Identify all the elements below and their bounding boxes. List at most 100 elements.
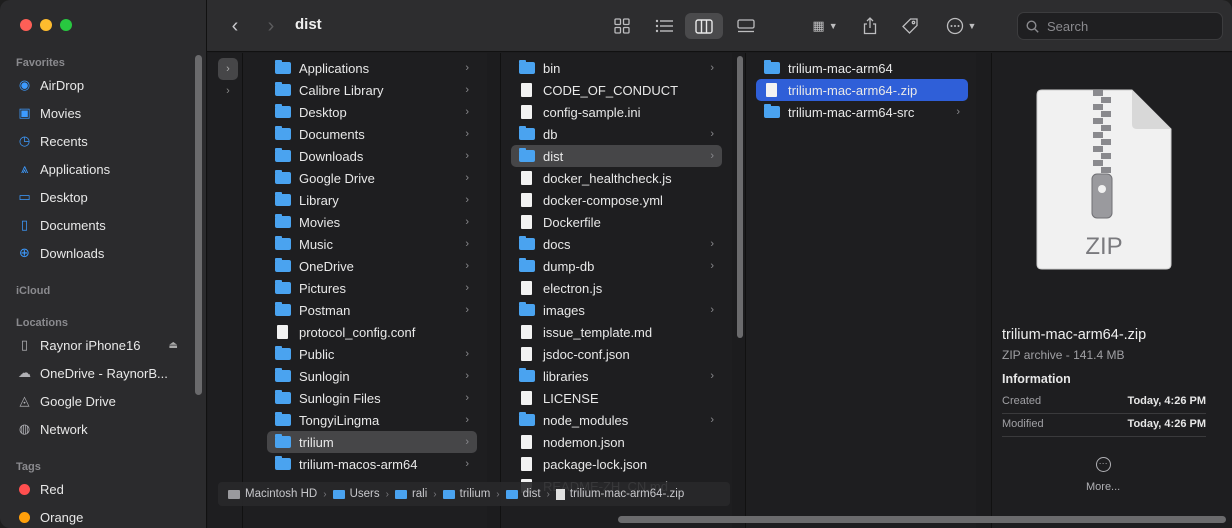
sidebar-tag-red[interactable]: Red (16, 478, 196, 500)
clock-icon: ◷ (18, 133, 31, 148)
sidebar-tag-orange[interactable]: Orange (16, 506, 196, 528)
forward-button[interactable]: › (261, 13, 281, 39)
folder-row[interactable]: Downloads › (267, 145, 477, 167)
more-button[interactable]: ··· More... (1086, 457, 1120, 493)
file-row[interactable]: electron.js (511, 277, 722, 299)
eject-icon[interactable]: ⏏ (169, 340, 178, 351)
folder-icon (275, 434, 291, 448)
folder-row[interactable]: Sunlogin Files › (267, 387, 477, 409)
file-row[interactable]: package-lock.json (511, 453, 722, 475)
folder-row[interactable]: db › (511, 123, 722, 145)
folder-row[interactable]: dump-db › (511, 255, 722, 277)
file-row[interactable]: docker-compose.yml (511, 189, 722, 211)
share-button[interactable] (859, 13, 881, 39)
item-label: docker_healthcheck.js (543, 170, 672, 186)
sidebar-item-recents[interactable]: ◷ Recents (16, 130, 196, 152)
tag-button[interactable] (899, 13, 921, 39)
folder-row[interactable]: dist › (511, 145, 722, 167)
folder-row[interactable]: Google Drive › (267, 167, 477, 189)
icon-view-button[interactable] (609, 13, 635, 39)
path-segment-dist[interactable]: dist (505, 488, 541, 500)
column-root-selected-row[interactable]: › (218, 58, 238, 80)
close-button[interactable] (20, 19, 32, 31)
file-row[interactable]: CODE_OF_CONDUCT (511, 79, 722, 101)
folder-row[interactable]: TongyiLingma › (267, 409, 477, 431)
sidebar-item-desktop[interactable]: ▭ Desktop (16, 186, 196, 208)
folder-row[interactable]: Music › (267, 233, 477, 255)
item-label: node_modules (543, 412, 629, 428)
sidebar-item-movies[interactable]: ▣ Movies (16, 102, 196, 124)
list-view-button[interactable] (651, 13, 677, 39)
path-segment-file[interactable]: trilium-mac-arm64-.zip (555, 488, 685, 500)
folder-row[interactable]: OneDrive › (267, 255, 477, 277)
sidebar-item-downloads[interactable]: ⊕ Downloads (16, 242, 196, 264)
path-segment-trilium[interactable]: trilium (442, 488, 490, 500)
file-row[interactable]: jsdoc-conf.json (511, 343, 722, 365)
sidebar-item-google-drive[interactable]: ◬ Google Drive (16, 390, 196, 412)
file-row[interactable]: issue_template.md (511, 321, 722, 343)
sidebar-scrollbar[interactable] (195, 55, 202, 395)
file-row[interactable]: protocol_config.conf (267, 321, 477, 343)
folder-row[interactable]: bin › (511, 57, 722, 79)
sidebar: Favorites ◉ AirDrop ▣ Movies ◷ Recents ⩓… (0, 0, 207, 528)
folder-row[interactable]: libraries › (511, 365, 722, 387)
sidebar-item-label: Network (40, 421, 88, 437)
hard-drive-icon (228, 489, 240, 499)
file-row[interactable]: LICENSE (511, 387, 722, 409)
folder-row[interactable]: Public › (267, 343, 477, 365)
zip-icon-label: ZIP (1085, 233, 1122, 260)
folder-icon (275, 192, 291, 206)
folder-row[interactable]: node_modules › (511, 409, 722, 431)
folder-row[interactable]: Postman › (267, 299, 477, 321)
file-row[interactable]: nodemon.json (511, 431, 722, 453)
file-row[interactable]: trilium-mac-arm64-.zip (756, 79, 968, 101)
file-row[interactable]: Dockerfile (511, 211, 722, 233)
path-segment-macintosh-hd[interactable]: Macintosh HD (228, 488, 317, 500)
folder-icon (275, 302, 291, 316)
folder-row[interactable]: trilium › (267, 431, 477, 453)
sidebar-item-documents[interactable]: ▯ Documents (16, 214, 196, 236)
file-row[interactable]: docker_healthcheck.js (511, 167, 722, 189)
folder-row[interactable]: Documents › (267, 123, 477, 145)
ellipsis-circle-icon: ··· (1095, 457, 1111, 472)
folder-row[interactable]: Movies › (267, 211, 477, 233)
file-row[interactable]: config-sample.ini (511, 101, 722, 123)
gallery-view-button[interactable] (733, 13, 759, 39)
search-field[interactable] (1017, 12, 1223, 40)
folder-row[interactable]: images › (511, 299, 722, 321)
folder-row[interactable]: Sunlogin › (267, 365, 477, 387)
chevron-right-icon: › (465, 414, 469, 426)
folder-row[interactable]: Calibre Library › (267, 79, 477, 101)
sidebar-item-network[interactable]: ◍ Network (16, 418, 196, 440)
folder-row[interactable]: docs › (511, 233, 722, 255)
column-view-button[interactable] (685, 13, 723, 39)
folder-row[interactable]: trilium-mac-arm64 (756, 57, 968, 79)
action-menu-button[interactable]: ▼ (941, 13, 981, 39)
group-button[interactable]: ▦ ▼ (805, 13, 845, 39)
sidebar-item-applications[interactable]: ⩓ Applications (16, 158, 196, 180)
sidebar-item-onedrive[interactable]: ☁ OneDrive - RaynorB... (16, 362, 196, 384)
path-segment-users[interactable]: Users (332, 488, 380, 500)
minimize-button[interactable] (40, 19, 52, 31)
file-icon (521, 215, 532, 229)
folder-row[interactable]: Desktop › (267, 101, 477, 123)
item-label: Google Drive (299, 170, 375, 186)
path-label: trilium-mac-arm64-.zip (569, 488, 685, 500)
column-trilium-scrollbar[interactable] (737, 56, 743, 338)
folder-row[interactable]: Applications › (267, 57, 477, 79)
zoom-button[interactable] (60, 19, 72, 31)
sidebar-item-airdrop[interactable]: ◉ AirDrop (16, 74, 196, 96)
sidebar-item-label: Raynor iPhone16 (40, 337, 141, 353)
path-segment-rali[interactable]: rali (394, 488, 427, 500)
folder-row[interactable]: trilium-mac-arm64-src › (756, 101, 968, 123)
horizontal-scrollbar[interactable] (618, 516, 1226, 523)
back-button[interactable]: ‹ (225, 13, 245, 39)
column-root-row[interactable]: › (218, 80, 238, 102)
folder-row[interactable]: Library › (267, 189, 477, 211)
search-input[interactable] (1047, 18, 1207, 34)
preview-created-row: Created Today, 4:26 PM (1002, 395, 1206, 407)
sidebar-item-label: Red (40, 481, 64, 497)
folder-icon (442, 489, 455, 499)
folder-row[interactable]: Pictures › (267, 277, 477, 299)
folder-row[interactable]: trilium-macos-arm64 › (267, 453, 477, 475)
